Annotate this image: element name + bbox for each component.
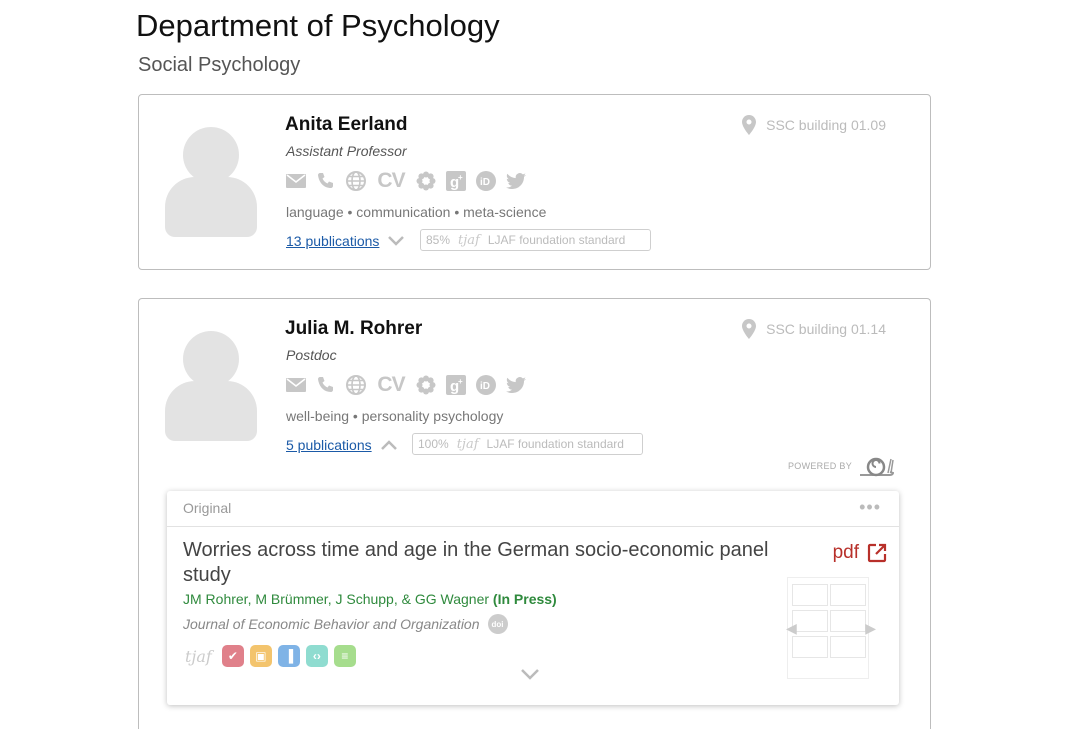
cv-icon[interactable]: CV: [376, 169, 406, 192]
ljaf-percent: 100%: [418, 437, 449, 451]
ljaf-score: 85% tjaf LJAF foundation standard: [420, 229, 651, 251]
person-name[interactable]: Anita Eerland: [285, 114, 407, 136]
publication-status: (In Press): [492, 591, 557, 607]
avatar: [165, 127, 257, 239]
ljaf-score: 100% tjaf LJAF foundation standard: [412, 433, 643, 455]
research-tags: well-being • personality psychology: [286, 408, 504, 424]
google-scholar-icon[interactable]: g +: [446, 171, 466, 191]
doi-icon[interactable]: doi: [487, 614, 508, 634]
orcid-flower-icon[interactable]: [416, 171, 436, 191]
phone-icon[interactable]: [316, 375, 336, 395]
publications-toggle[interactable]: 5 publications: [286, 437, 398, 453]
research-tags: language • communication • meta-science: [286, 204, 547, 220]
twitter-icon[interactable]: [506, 375, 526, 395]
publication-title[interactable]: Worries across time and age in the Germa…: [183, 538, 783, 588]
thumbnail-prev-icon[interactable]: ◀: [786, 620, 797, 637]
svg-text:+: +: [458, 173, 463, 182]
box-badge-icon[interactable]: ▣: [249, 645, 272, 667]
twitter-icon[interactable]: [506, 171, 526, 191]
page-title: Department of Psychology: [136, 8, 500, 43]
tjaf-logo: tjaf: [185, 646, 212, 666]
mail-icon[interactable]: [286, 375, 306, 395]
open-science-badges: tjaf ✔ ▣ ▐ ‹› ≡: [185, 645, 356, 667]
page-subtitle: Social Psychology: [138, 54, 301, 76]
svg-text:iD: iD: [480, 381, 490, 392]
tjaf-logo: tjaf: [458, 232, 480, 248]
expand-chevron-icon[interactable]: [519, 667, 541, 681]
location-text: SSC building 01.09: [766, 117, 886, 133]
publication-type: Original: [183, 500, 232, 516]
person-name[interactable]: Julia M. Rohrer: [285, 318, 422, 340]
location-text: SSC building 01.14: [766, 321, 886, 337]
svg-text:+: +: [458, 377, 463, 386]
person-card: Anita Eerland Assistant Professor SSC bu…: [138, 94, 931, 270]
code-badge-icon[interactable]: ‹›: [305, 645, 328, 667]
thumbnail-next-icon[interactable]: ▶: [865, 620, 876, 637]
ljaf-label: LJAF foundation standard: [487, 233, 626, 247]
publications-link[interactable]: 13 publications: [286, 233, 379, 249]
chart-badge-icon[interactable]: ▐: [277, 645, 300, 667]
chevron-down-icon[interactable]: [387, 235, 405, 247]
publication-header: Original •••: [167, 491, 899, 527]
person-card: Julia M. Rohrer Postdoc SSC building 01.…: [138, 298, 931, 729]
powered-by[interactable]: POWERED BY: [788, 455, 894, 477]
google-scholar-icon[interactable]: g +: [446, 375, 466, 395]
svg-text:iD: iD: [480, 177, 490, 188]
orcid-id-icon[interactable]: iD: [476, 375, 496, 395]
ljaf-label: LJAF foundation standard: [486, 437, 624, 451]
check-badge-icon[interactable]: ✔: [221, 645, 244, 667]
pdf-thumbnail[interactable]: ◀ ▶: [786, 577, 876, 679]
orcid-id-icon[interactable]: iD: [476, 171, 496, 191]
more-options-button[interactable]: •••: [859, 497, 881, 518]
avatar: [165, 331, 257, 443]
publication-journal: Journal of Economic Behavior and Organiz…: [183, 614, 508, 634]
location: SSC building 01.09: [742, 115, 886, 135]
external-link-icon[interactable]: [867, 543, 887, 563]
location: SSC building 01.14: [742, 319, 886, 339]
map-pin-icon: [742, 319, 757, 339]
contact-icons: CV g + iD: [286, 169, 526, 193]
phone-icon[interactable]: [316, 171, 336, 191]
pdf-label[interactable]: pdf: [833, 542, 859, 564]
powered-by-text: POWERED BY: [787, 461, 852, 471]
globe-icon[interactable]: [346, 375, 366, 395]
contact-icons: CV g + iD: [286, 373, 526, 397]
authors-text: JM Rohrer, M Brümmer, J Schupp, & GG Wag…: [183, 591, 490, 607]
tjaf-logo: tjaf: [456, 436, 479, 452]
pdf-link[interactable]: pdf: [833, 542, 887, 564]
publication-authors: JM Rohrer, M Brümmer, J Schupp, & GG Wag…: [183, 591, 557, 607]
chevron-up-icon[interactable]: [380, 439, 398, 451]
snail-logo-icon: [860, 457, 894, 477]
orcid-flower-icon[interactable]: [416, 375, 436, 395]
person-role: Assistant Professor: [286, 143, 407, 159]
person-role: Postdoc: [286, 347, 337, 363]
publications-toggle[interactable]: 13 publications: [286, 233, 405, 249]
publications-link[interactable]: 5 publications: [286, 437, 372, 453]
mail-icon[interactable]: [286, 171, 306, 191]
map-pin-icon: [742, 115, 757, 135]
globe-icon[interactable]: [346, 171, 366, 191]
document-badge-icon[interactable]: ≡: [333, 645, 356, 667]
journal-name: Journal of Economic Behavior and Organiz…: [183, 616, 480, 632]
ljaf-percent: 85%: [426, 233, 451, 247]
cv-icon[interactable]: CV: [376, 373, 406, 396]
publication-card: Original ••• Worries across time and age…: [167, 491, 899, 705]
